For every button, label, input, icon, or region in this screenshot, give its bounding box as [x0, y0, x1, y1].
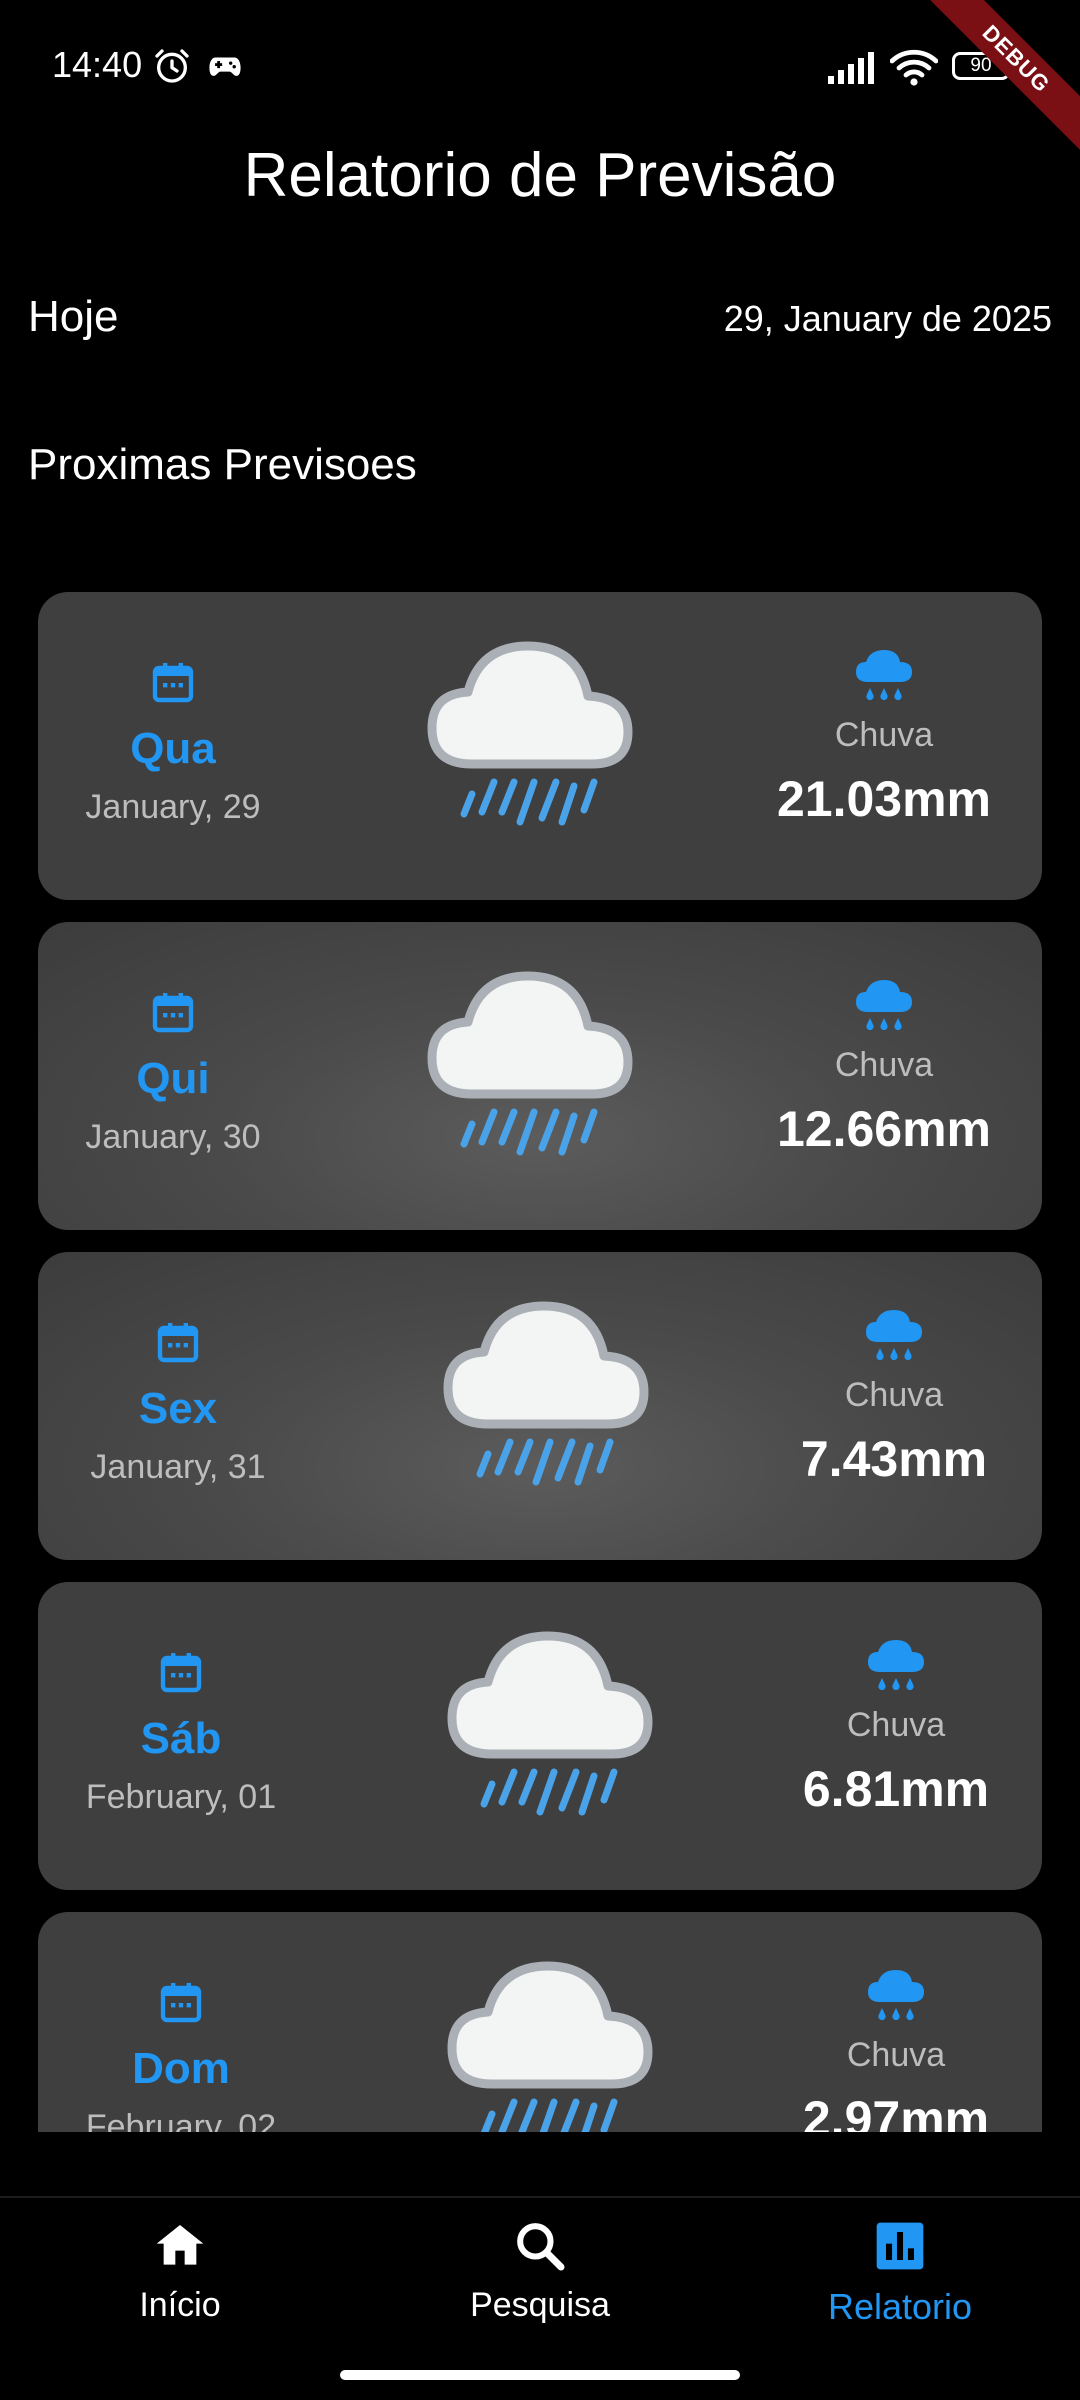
- precipitation-amount: 12.66mm: [776, 1101, 992, 1157]
- forecast-date: February, 01: [85, 1778, 277, 1816]
- forecast-weekday: Dom: [132, 2044, 230, 2093]
- bar-chart-icon: [876, 2222, 924, 2270]
- precipitation-type: Chuva: [844, 1376, 944, 1414]
- nav-item-inicio[interactable]: Início: [30, 2218, 330, 2325]
- calendar-icon: [157, 1978, 205, 2026]
- signal-icon: [828, 52, 874, 84]
- status-bar: 14:40 90: [0, 0, 1080, 130]
- forecast-card[interactable]: Qua January, 29 Chuva 21.03mm: [38, 592, 1042, 900]
- home-indicator[interactable]: [340, 2370, 740, 2380]
- precipitation-amount: 7.43mm: [800, 1431, 988, 1487]
- status-time: 14:40: [52, 44, 143, 85]
- precipitation-amount: 21.03mm: [776, 771, 992, 827]
- rain-icon: [864, 1966, 928, 2026]
- forecast-card[interactable]: Dom February, 02 Chuva 2.97mm: [38, 1912, 1042, 2132]
- nav-item-relatorio[interactable]: Relatorio: [750, 2218, 1050, 2328]
- wifi-icon: [890, 49, 938, 86]
- forecast-card[interactable]: Sáb February, 01 Chuva 6.81mm: [38, 1582, 1042, 1890]
- precipitation-type: Chuva: [834, 716, 934, 754]
- calendar-icon: [149, 658, 197, 706]
- forecast-precipitation: Chuva 6.81mm: [776, 1582, 1016, 1890]
- forecast-day: Qua January, 29: [38, 592, 308, 900]
- rain-cloud-icon: [430, 1606, 670, 1826]
- nav-item-pesquisa[interactable]: Pesquisa: [390, 2218, 690, 2325]
- forecast-day: Sáb February, 01: [46, 1582, 316, 1890]
- forecast-date: January, 29: [85, 788, 261, 826]
- precipitation-type: Chuva: [846, 1706, 946, 1744]
- forecast-date: January, 30: [85, 1118, 261, 1156]
- precipitation-amount: 6.81mm: [802, 1761, 990, 1817]
- page-title: Relatorio de Previsão: [243, 141, 837, 210]
- forecast-precipitation: Chuva 12.66mm: [764, 922, 1004, 1230]
- rain-cloud-icon: [410, 946, 650, 1166]
- forecast-precipitation: Chuva 2.97mm: [776, 1912, 1016, 2132]
- alarm-icon: [155, 49, 189, 83]
- rain-cloud-icon: [410, 616, 650, 836]
- rain-icon: [862, 1306, 926, 1366]
- forecast-day: Sex January, 31: [43, 1252, 313, 1560]
- rain-cloud-icon: [430, 1936, 670, 2132]
- calendar-icon: [154, 1318, 202, 1366]
- forecast-day: Qui January, 30: [38, 922, 308, 1230]
- battery-icon: 90: [952, 52, 1015, 80]
- forecast-date: January, 31: [90, 1448, 266, 1486]
- gamepad-icon: [209, 57, 241, 76]
- precipitation-type: Chuva: [834, 1046, 934, 1084]
- forecast-precipitation: Chuva 7.43mm: [774, 1252, 1014, 1560]
- rain-icon: [852, 976, 916, 1036]
- forecast-list[interactable]: Qua January, 29 Chuva 21.03mm Qui Januar…: [0, 560, 1080, 2132]
- precipitation-amount: 2.97mm: [802, 2091, 990, 2132]
- precipitation-type: Chuva: [846, 2036, 946, 2074]
- nav-label-relatorio: Relatorio: [827, 2286, 973, 2327]
- today-label: Hoje: [28, 292, 119, 341]
- rain-cloud-icon: [426, 1276, 666, 1496]
- home-icon: [156, 2225, 204, 2265]
- forecast-card[interactable]: Sex January, 31 Chuva 7.43mm: [38, 1252, 1042, 1560]
- nav-label-inicio: Início: [139, 2286, 221, 2324]
- forecast-card[interactable]: Qui January, 30 Chuva 12.66mm: [38, 922, 1042, 1230]
- calendar-icon: [157, 1648, 205, 1696]
- today-date: 29, January de 2025: [723, 298, 1052, 339]
- section-title: Proximas Previsoes: [28, 440, 417, 489]
- forecast-day: Dom February, 02: [46, 1912, 316, 2132]
- forecast-precipitation: Chuva 21.03mm: [764, 592, 1004, 900]
- nav-label-pesquisa: Pesquisa: [470, 2286, 610, 2324]
- rain-icon: [852, 646, 916, 706]
- forecast-weekday: Sáb: [140, 1714, 222, 1763]
- calendar-icon: [149, 988, 197, 1036]
- search-icon: [517, 2223, 565, 2271]
- forecast-date: February, 02: [85, 2108, 277, 2132]
- forecast-weekday: Sex: [138, 1384, 218, 1433]
- forecast-weekday: Qua: [130, 724, 216, 773]
- forecast-weekday: Qui: [136, 1054, 210, 1103]
- rain-icon: [864, 1636, 928, 1696]
